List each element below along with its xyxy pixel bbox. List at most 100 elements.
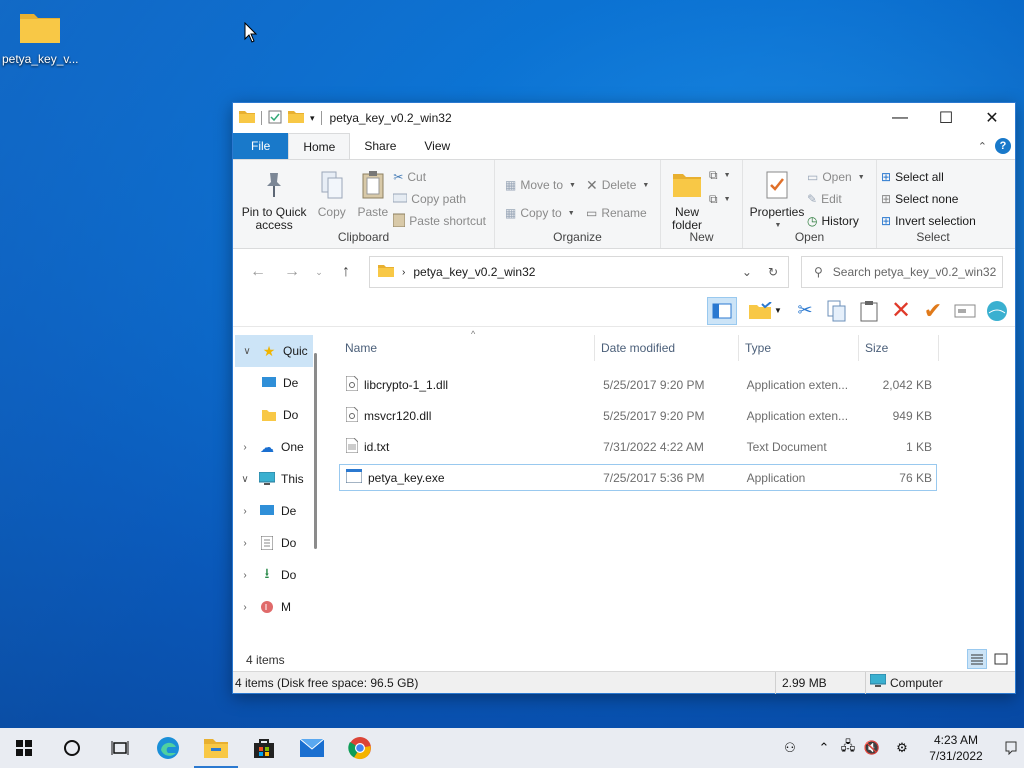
column-type[interactable]: Type (739, 335, 859, 361)
nav-scrollbar[interactable] (314, 353, 317, 549)
select-none-button[interactable]: ⊞ Select none (881, 190, 976, 208)
status-summary: 4 items (Disk free space: 96.5 GB) (235, 675, 419, 690)
navigation-pane[interactable]: ∨ ★ Quic De Do › ☁ One ∨ This › De › Do … (233, 335, 319, 637)
title-bar[interactable]: ▾ petya_key_v0.2_win32 — ☐ ✕ (233, 103, 1015, 133)
people-icon[interactable]: ⚇ (778, 740, 802, 756)
edit-button[interactable]: ✎ Edit (807, 190, 865, 208)
easy-access-button[interactable]: ⧉ ▼ (709, 190, 731, 208)
nav-this-pc[interactable]: ∨ This (233, 463, 319, 495)
table-row[interactable]: msvcr120.dll 5/25/2017 9:20 PM Applicati… (339, 402, 937, 429)
document-icon (257, 536, 277, 550)
delete-red-x-icon[interactable]: ✕ (889, 297, 913, 324)
chevron-up-icon[interactable]: ⌃ (978, 140, 987, 153)
file-explorer-icon[interactable] (192, 728, 240, 768)
nav-pc-desktop[interactable]: › De (233, 495, 319, 527)
table-row[interactable]: libcrypto-1_1.dll 5/25/2017 9:20 PM Appl… (339, 371, 937, 398)
select-folder-icon[interactable]: ▼ (745, 299, 785, 323)
back-button[interactable]: ← (241, 263, 275, 281)
desktop-icon (257, 505, 277, 517)
address-bar[interactable]: › petya_key_v0.2_win32 ⌄ ↻ (369, 256, 789, 288)
mail-icon[interactable] (288, 728, 336, 768)
copy-icon[interactable] (825, 299, 849, 323)
nav-quick-access[interactable]: ∨ ★ Quic (235, 335, 313, 367)
scissors-icon[interactable]: ✂ (793, 299, 817, 323)
select-none-icon: ⊞ (881, 192, 892, 206)
chevron-down-icon[interactable]: ⌄ (742, 265, 752, 279)
store-icon[interactable] (240, 728, 288, 768)
recent-locations-button[interactable]: ⌄ (309, 267, 329, 278)
table-row[interactable]: id.txt 7/31/2022 4:22 AM Text Document 1… (339, 433, 937, 460)
rename-button[interactable]: ▭ Rename (586, 204, 649, 222)
chrome-icon[interactable] (336, 728, 384, 768)
details-view-icon[interactable] (967, 649, 987, 669)
chevron-right-icon[interactable]: › (233, 570, 257, 581)
maximize-button[interactable]: ☐ (923, 103, 969, 133)
paste-shortcut-icon (392, 213, 406, 230)
copy-to-button[interactable]: ▦ Copy to ▼ (505, 204, 576, 222)
move-to-button[interactable]: ▦ Move to ▼ (505, 176, 576, 194)
tab-file[interactable]: File (233, 133, 289, 159)
chevron-up-icon[interactable]: ⌃ (812, 740, 836, 756)
refresh-icon[interactable]: ↻ (768, 265, 778, 279)
checkmark-icon[interactable]: ✔ (921, 298, 945, 323)
nav-label: Quic (283, 344, 308, 358)
column-size[interactable]: Size (859, 335, 939, 361)
nav-music[interactable]: › M (233, 591, 319, 623)
column-name[interactable]: Name (339, 335, 595, 361)
globe-icon[interactable] (985, 299, 1009, 323)
table-row[interactable]: petya_key.exe 7/25/2017 5:36 PM Applicat… (339, 464, 937, 491)
network-icon[interactable]: 🖧 (836, 737, 860, 759)
edge-browser-icon[interactable] (144, 728, 192, 768)
breadcrumb-chevron-icon[interactable]: › (402, 267, 405, 278)
column-date-modified[interactable]: Date modified (595, 335, 739, 361)
chevron-down-icon[interactable]: ∨ (233, 474, 257, 485)
nav-documents[interactable]: Do (233, 399, 319, 431)
invert-selection-button[interactable]: ⊞ Invert selection (881, 212, 976, 230)
desktop-folder-label: petya_key_v... (2, 52, 79, 66)
clock[interactable]: 4:23 AM 7/31/2022 (914, 732, 998, 764)
delete-button[interactable]: ✕ Delete ▼ (586, 176, 649, 194)
tab-home[interactable]: Home (288, 133, 351, 159)
close-button[interactable]: ✕ (969, 103, 1015, 133)
nav-downloads[interactable]: › ⭳ Do (233, 559, 319, 591)
chevron-right-icon[interactable]: › (233, 602, 257, 613)
scissors-icon: ✂ (393, 170, 404, 184)
rename-field-icon[interactable] (953, 299, 977, 323)
chevron-down-icon[interactable]: ∨ (235, 346, 259, 357)
nav-desktop[interactable]: De (233, 367, 319, 399)
search-circle-icon[interactable] (48, 728, 96, 768)
chevron-right-icon[interactable]: › (233, 538, 257, 549)
gear-icon[interactable]: ⚙ (890, 740, 914, 756)
large-icons-view-icon[interactable] (991, 649, 1011, 669)
nav-onedrive[interactable]: › ☁ One (233, 431, 319, 463)
volume-muted-icon[interactable]: 🔇 (860, 740, 884, 756)
open-icon: ▭ (807, 170, 819, 184)
copy-path-button[interactable]: Copy path (392, 190, 486, 208)
preview-pane-icon[interactable] (707, 296, 737, 325)
nav-pc-documents[interactable]: › Do (233, 527, 319, 559)
new-folder-icon[interactable] (288, 110, 304, 126)
cut-button[interactable]: ✂ Cut (393, 168, 486, 186)
desktop-folder-icon[interactable]: petya_key_v... (2, 10, 79, 66)
breadcrumb[interactable]: petya_key_v0.2_win32 (413, 265, 535, 279)
paste-shortcut-button[interactable]: Paste shortcut (392, 212, 486, 230)
tab-share[interactable]: Share (350, 133, 410, 159)
start-button[interactable] (0, 728, 48, 768)
paste-icon[interactable] (857, 299, 881, 323)
minimize-button[interactable]: — (877, 103, 923, 133)
chevron-right-icon[interactable]: › (233, 506, 257, 517)
forward-button[interactable]: → (275, 263, 309, 281)
open-button[interactable]: ▭ Open ▼ (807, 168, 865, 186)
new-item-button[interactable]: ⧉ ▼ (709, 166, 731, 184)
notification-icon[interactable] (998, 741, 1024, 755)
history-button[interactable]: ◷ History (807, 212, 865, 230)
task-view-icon[interactable] (96, 728, 144, 768)
chevron-right-icon[interactable]: › (233, 442, 257, 453)
properties-icon[interactable] (268, 110, 282, 127)
customize-qat-icon[interactable]: ▾ (310, 113, 315, 124)
select-all-button[interactable]: ⊞ Select all (881, 168, 976, 186)
tab-view[interactable]: View (410, 133, 464, 159)
search-input[interactable]: ⚲ Search petya_key_v0.2_win32 (801, 256, 1003, 288)
help-icon[interactable]: ? (995, 138, 1011, 154)
up-button[interactable]: ↑ (329, 263, 363, 281)
